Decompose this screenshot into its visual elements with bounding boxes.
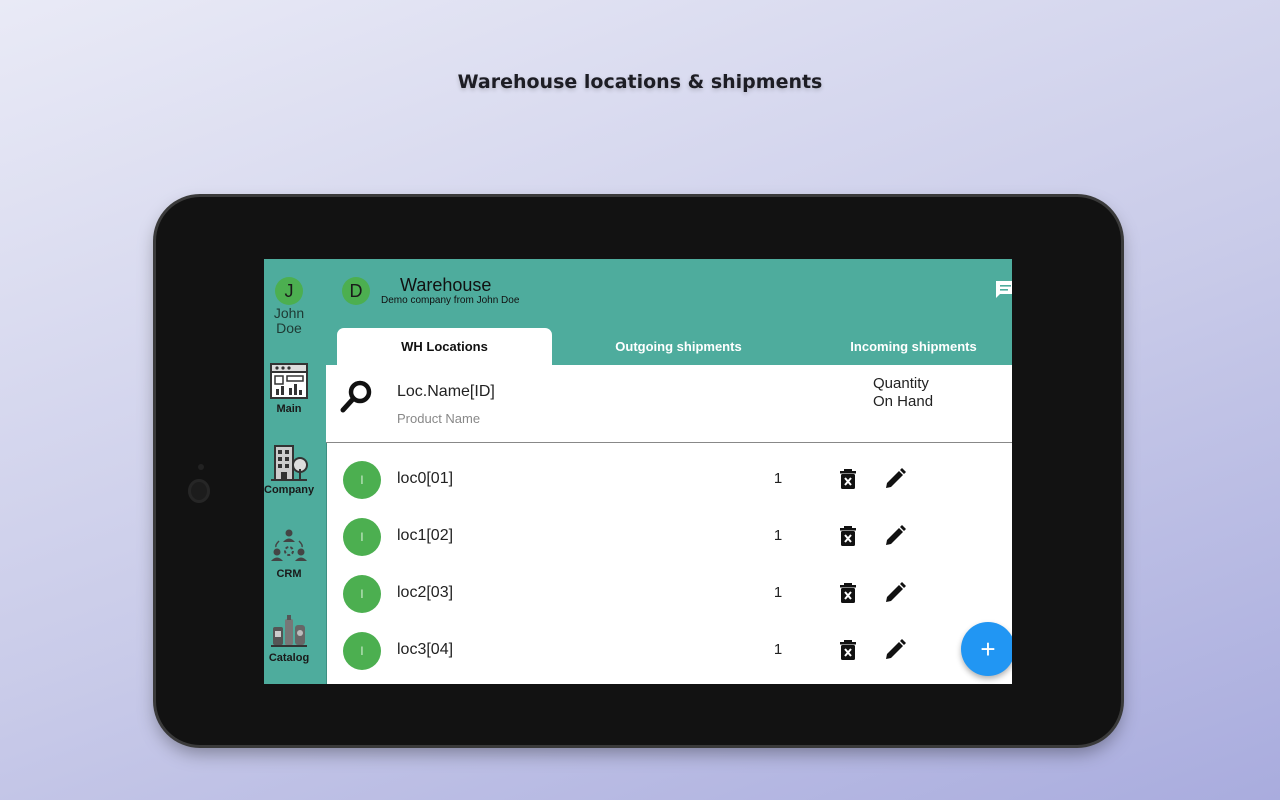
location-name: loc2[03]: [397, 584, 454, 601]
location-quantity: 1: [773, 527, 783, 544]
list-header: Loc.Name[ID] Product Name Quantity On Ha…: [326, 365, 1012, 443]
sidebar-item-main[interactable]: Main: [264, 362, 314, 415]
tab-incoming-shipments[interactable]: Incoming shipments: [806, 328, 1012, 365]
list-item[interactable]: l loc0[01] 1: [326, 451, 1012, 508]
delete-icon[interactable]: [837, 639, 859, 661]
column-location-name: Loc.Name[ID]: [397, 383, 495, 400]
sidebar: J John Doe Main Company CRM Catalog: [264, 259, 327, 684]
search-icon[interactable]: [340, 379, 374, 413]
sensor-dot: [198, 464, 204, 470]
sidebar-item-label: Catalog: [268, 652, 310, 664]
page-headline: Warehouse locations & shipments: [457, 71, 823, 93]
column-product-name: Product Name: [397, 411, 481, 426]
list-item[interactable]: l loc2[03] 1: [326, 565, 1012, 622]
sidebar-item-crm[interactable]: CRM: [264, 527, 314, 580]
column-quantity: Quantity On Hand: [873, 375, 934, 410]
tab-outgoing-shipments[interactable]: Outgoing shipments: [571, 328, 786, 365]
location-avatar: l: [343, 461, 381, 499]
app-screen: J John Doe Main Company CRM Catalog D Wa…: [264, 259, 1012, 684]
user-avatar[interactable]: J: [275, 277, 303, 305]
location-avatar: l: [343, 575, 381, 613]
list-item[interactable]: l loc3[04] 1: [326, 622, 1012, 679]
location-quantity: 1: [773, 641, 783, 658]
location-name: loc3[04]: [397, 641, 454, 658]
delete-icon[interactable]: [837, 582, 859, 604]
location-quantity: 1: [773, 584, 783, 601]
delete-icon[interactable]: [837, 468, 859, 490]
camera-lens: [188, 479, 210, 503]
location-name: loc0[01]: [397, 470, 454, 487]
dashboard-icon: [270, 363, 308, 399]
edit-icon[interactable]: [884, 525, 906, 547]
edit-icon[interactable]: [884, 639, 906, 661]
sidebar-item-company[interactable]: Company: [264, 443, 314, 496]
location-avatar: l: [343, 518, 381, 556]
location-avatar: l: [343, 632, 381, 670]
edit-icon[interactable]: [884, 582, 906, 604]
edit-icon[interactable]: [884, 468, 906, 490]
location-quantity: 1: [773, 470, 783, 487]
building-icon: [271, 445, 308, 481]
sidebar-item-catalog[interactable]: Catalog: [264, 611, 314, 664]
sidebar-item-label: Company: [264, 484, 315, 496]
delete-icon[interactable]: [837, 525, 859, 547]
list-item[interactable]: l loc1[02] 1: [326, 508, 1012, 565]
user-name: John Doe: [273, 305, 305, 336]
chat-icon[interactable]: [994, 280, 1012, 300]
location-name: loc1[02]: [397, 527, 454, 544]
sidebar-item-label: Main: [276, 403, 302, 415]
add-location-button[interactable]: +: [961, 622, 1012, 676]
company-subtitle: Demo company from John Doe: [381, 295, 520, 306]
tab-wh-locations[interactable]: WH Locations: [337, 328, 552, 365]
company-avatar[interactable]: D: [342, 277, 370, 305]
page-title: Warehouse: [400, 275, 492, 295]
sidebar-item-label: CRM: [276, 568, 302, 580]
people-icon: [271, 529, 307, 561]
products-icon: [271, 615, 307, 647]
app-header: D Warehouse Demo company from John Doe W…: [326, 259, 1012, 365]
